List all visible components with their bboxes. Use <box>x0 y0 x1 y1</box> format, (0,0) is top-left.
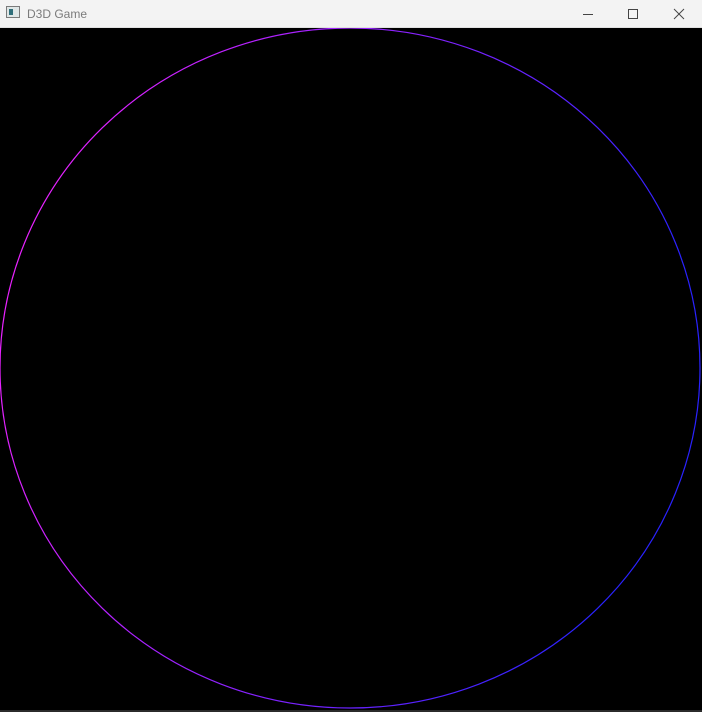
game-window: D3D Game <box>0 0 702 712</box>
maximize-icon <box>628 8 638 19</box>
render-surface <box>0 27 702 710</box>
minimize-icon <box>583 13 593 15</box>
title-bar[interactable]: D3D Game <box>0 0 702 28</box>
close-icon <box>673 8 685 19</box>
window-title: D3D Game <box>27 7 88 21</box>
maximize-button[interactable] <box>610 0 656 27</box>
window-app-icon[interactable] <box>6 6 20 18</box>
game-viewport[interactable] <box>0 27 702 710</box>
minimize-button[interactable] <box>565 0 611 27</box>
close-button[interactable] <box>656 0 702 27</box>
